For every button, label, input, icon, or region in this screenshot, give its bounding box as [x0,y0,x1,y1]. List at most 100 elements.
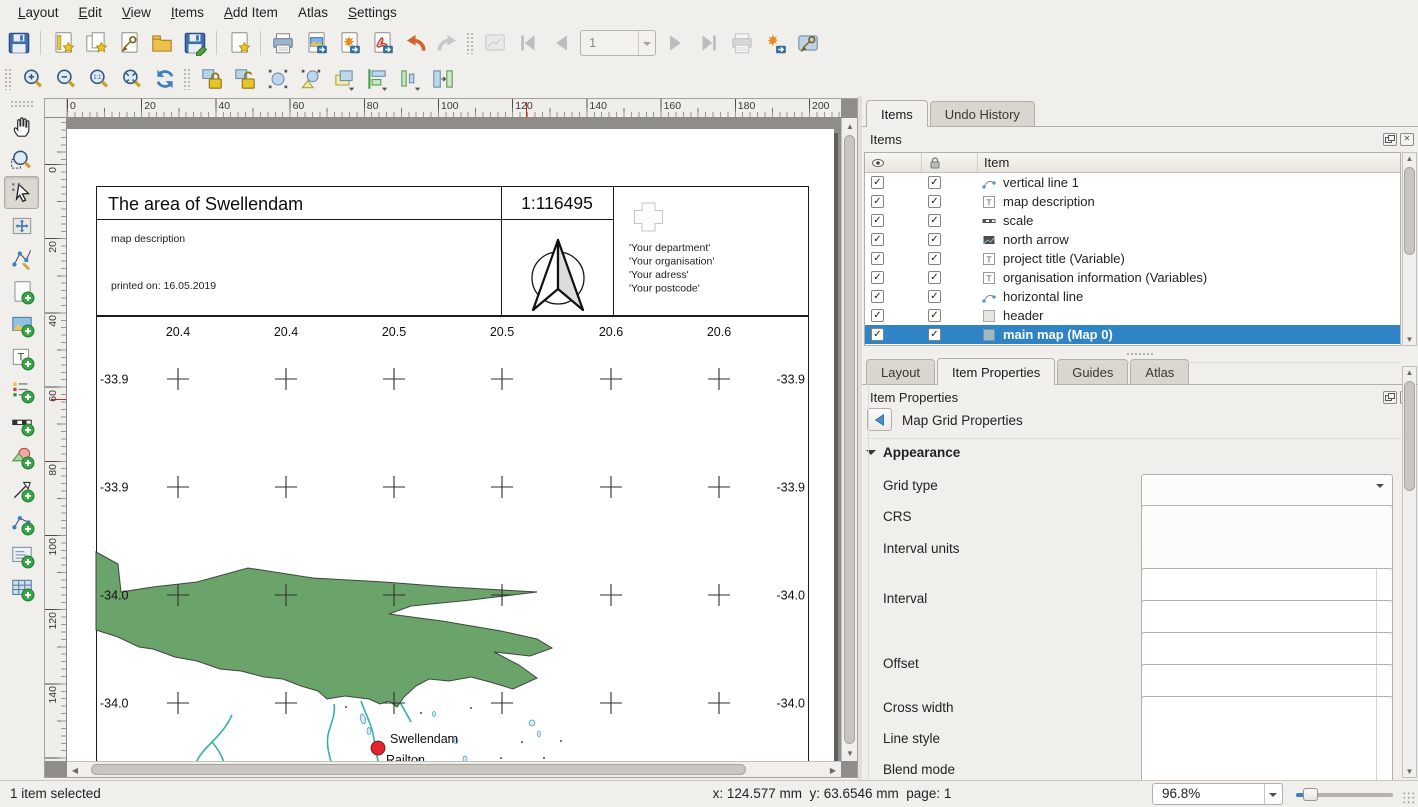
lock-checkbox[interactable]: ✓ [928,233,941,246]
scroll-up-icon[interactable]: ▲ [842,118,858,134]
item-row[interactable]: ✓✓main map (Map 0) [865,325,1400,344]
add-node-item-tool-button[interactable] [4,506,39,539]
float-panel-icon[interactable] [1383,133,1397,146]
item-row[interactable]: ✓✓Torganisation information (Variables) [865,268,1400,287]
group-items-button[interactable] [262,64,293,94]
lock-checkbox[interactable]: ✓ [928,252,941,265]
layout-page[interactable]: 20.420.420.520.520.620.6-33.9-33.9-34.0-… [67,129,834,761]
close-panel-icon[interactable]: ✕ [1400,133,1414,146]
visibility-checkbox[interactable]: ✓ [871,195,884,208]
atlas-settings-button[interactable] [792,28,823,58]
visibility-checkbox[interactable]: ✓ [871,214,884,227]
visibility-checkbox[interactable]: ✓ [871,290,884,303]
scroll-down-icon[interactable]: ▼ [1403,333,1416,346]
export-image-button[interactable] [300,28,331,58]
items-scrollbar[interactable]: ▲ ▼ [1402,152,1417,346]
item-row[interactable]: ✓✓Tmap description [865,192,1400,211]
add-page-tool-button[interactable] [4,275,39,308]
edit-nodes-item-tool-button[interactable] [4,242,39,275]
zoom-full-button[interactable] [116,64,147,94]
resize-items-button[interactable] [427,64,458,94]
properties-scrollbar[interactable]: ▲ ▼ [1402,366,1417,778]
vscroll-thumb[interactable] [844,135,855,744]
zoom-in-button[interactable] [17,64,48,94]
dropdown-icon[interactable] [638,31,655,55]
save-project-button[interactable] [3,28,34,58]
add-html-tool-button[interactable] [4,539,39,572]
tab-item-properties[interactable]: Item Properties [937,358,1055,385]
new-layout-button[interactable] [47,28,78,58]
tab-items[interactable]: Items [866,100,928,127]
scroll-up-icon[interactable]: ▲ [1403,366,1416,379]
tab-undo-history[interactable]: Undo History [930,101,1035,127]
zoom-actual-button[interactable]: 1:1 [83,64,114,94]
lock-checkbox[interactable]: ✓ [928,176,941,189]
scroll-right-icon[interactable]: ▶ [825,762,841,778]
distribute-items-button[interactable] [394,64,425,94]
visibility-checkbox[interactable]: ✓ [871,176,884,189]
menu-item-settings[interactable]: Settings [338,2,407,23]
toolbar-drag-handle[interactable] [4,68,12,90]
zoom-level-combobox[interactable]: 96.8% [1152,783,1283,805]
zoom-dropdown-icon[interactable] [1264,784,1282,804]
unlock-items-button[interactable] [229,64,260,94]
duplicate-layout-button[interactable] [80,28,111,58]
add-legend-tool-button[interactable] [4,374,39,407]
menu-item-view[interactable]: View [112,2,161,23]
zoom-slider-handle[interactable] [1303,788,1318,801]
item-row[interactable]: ✓✓header [865,306,1400,325]
add-shape-tool-button[interactable] [4,440,39,473]
item-row[interactable]: ✓✓horizontal line [865,287,1400,306]
zoom-slider[interactable] [1296,793,1393,797]
menu-item-items[interactable]: Items [161,2,214,23]
properties-scroll-thumb[interactable] [1404,381,1415,491]
map-frame[interactable] [97,317,809,762]
scroll-down-icon[interactable]: ▼ [1403,765,1416,778]
export-pdf-button[interactable] [366,28,397,58]
hscroll-thumb[interactable] [91,764,746,775]
lock-checkbox[interactable]: ✓ [928,195,941,208]
zoom-out-button[interactable] [50,64,81,94]
canvas-viewport[interactable]: 20.420.420.520.520.620.6-33.9-33.9-34.0-… [67,118,841,761]
toolbar-drag-handle[interactable] [10,100,34,108]
item-row[interactable]: ✓✓vertical line 1 [865,173,1400,192]
save-template-button[interactable] [179,28,210,58]
lock-checkbox[interactable]: ✓ [928,214,941,227]
atlas-page-combobox[interactable]: 1 [580,30,656,56]
item-row[interactable]: ✓✓Tproject title (Variable) [865,249,1400,268]
add-label-tool-button[interactable]: T [4,341,39,374]
layout-manager-button[interactable] [113,28,144,58]
canvas-hscrollbar[interactable]: ◀ ▶ [67,761,841,777]
add-from-template-button[interactable] [223,28,254,58]
raise-items-button[interactable] [328,64,359,94]
move-item-content-tool-button[interactable] [4,209,39,242]
select-move-item-tool-button[interactable] [4,176,39,209]
toolbar-drag-handle[interactable] [183,68,191,90]
menu-item-atlas[interactable]: Atlas [288,2,338,23]
toolbar-drag-handle[interactable] [466,32,474,54]
item-row[interactable]: ✓✓north arrow [865,230,1400,249]
export-atlas-button[interactable] [759,28,790,58]
lock-checkbox[interactable]: ✓ [928,309,941,322]
add-picture-tool-button[interactable] [4,308,39,341]
lock-items-button[interactable] [196,64,227,94]
lock-checkbox[interactable]: ✓ [928,290,941,303]
align-items-button[interactable] [361,64,392,94]
print-button[interactable] [267,28,298,58]
load-template-button[interactable] [146,28,177,58]
add-attribute-table-tool-button[interactable] [4,572,39,605]
export-svg-button[interactable] [333,28,364,58]
menu-item-edit[interactable]: Edit [69,2,112,23]
refresh-button[interactable] [149,64,180,94]
scroll-down-icon[interactable]: ▼ [842,745,858,761]
zoom-tool-tool-button[interactable] [4,143,39,176]
visibility-checkbox[interactable]: ✓ [871,233,884,246]
scroll-left-icon[interactable]: ◀ [67,762,83,778]
pan-tool-button[interactable] [4,110,39,143]
scroll-up-icon[interactable]: ▲ [1403,152,1416,165]
size-grip[interactable] [1402,791,1416,805]
ungroup-items-button[interactable] [295,64,326,94]
lock-checkbox[interactable]: ✓ [928,328,941,341]
visibility-checkbox[interactable]: ✓ [871,328,884,341]
item-row[interactable]: ✓✓scale [865,211,1400,230]
